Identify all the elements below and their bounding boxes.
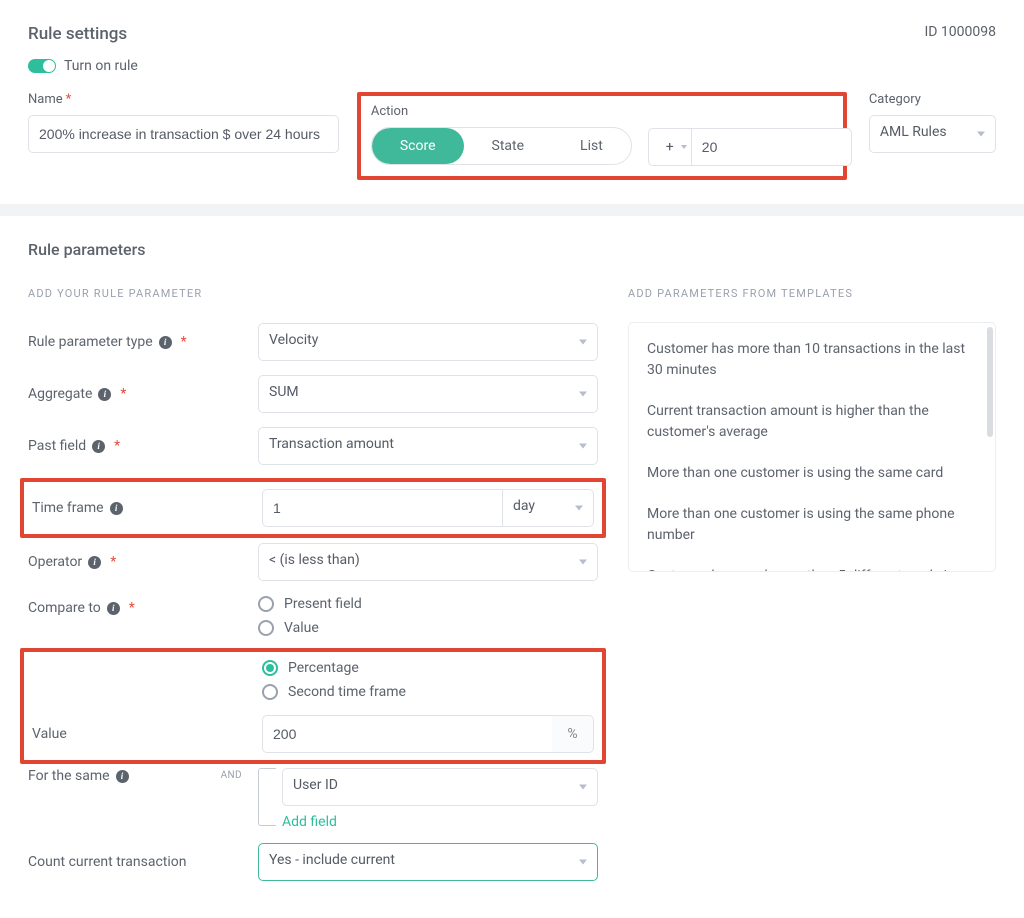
action-segmented-control: Score State List xyxy=(371,127,632,165)
action-score-tab[interactable]: Score xyxy=(372,128,464,164)
turn-on-rule-toggle[interactable] xyxy=(28,59,56,73)
value-input[interactable] xyxy=(262,715,552,753)
timeframe-highlight-box: Time framei day xyxy=(20,478,606,538)
name-input[interactable] xyxy=(28,115,339,153)
info-icon[interactable]: i xyxy=(98,388,111,401)
param-row-compare-to: Compare toi* Present field Value xyxy=(28,594,598,636)
param-row-type: Rule parameter typei* Velocity xyxy=(28,322,598,362)
value-control: % xyxy=(262,715,594,753)
header-row: Rule settings ID 1000098 xyxy=(28,24,996,44)
template-item[interactable]: Customer has more than 10 transactions i… xyxy=(629,329,995,391)
action-state-tab[interactable]: State xyxy=(464,128,553,164)
for-same-select[interactable]: User ID xyxy=(282,768,598,806)
and-badge: AND xyxy=(221,770,242,781)
value-highlight-box: Percentage Second time frame Value % xyxy=(20,648,606,764)
info-icon[interactable]: i xyxy=(107,602,120,615)
template-list[interactable]: Customer has more than 10 transactions i… xyxy=(628,322,996,572)
category-select[interactable]: AML Rules xyxy=(869,115,996,153)
aggregate-select[interactable]: SUM xyxy=(258,375,598,413)
rule-id: ID 1000098 xyxy=(924,24,996,40)
action-value-wrap: + xyxy=(648,128,852,166)
category-field-group: Category AML Rules xyxy=(869,92,996,153)
for-same-wrap: User ID Add field xyxy=(258,768,598,830)
scrollbar-thumb[interactable] xyxy=(987,327,993,437)
past-field-select[interactable]: Transaction amount xyxy=(258,427,598,465)
timeframe-control: day xyxy=(262,489,594,527)
template-item[interactable]: Customer has used more than 5 different … xyxy=(629,556,995,572)
name-label: Name* xyxy=(28,92,339,107)
info-icon[interactable]: i xyxy=(159,336,172,349)
value-label: Value xyxy=(32,726,262,742)
operator-label: Operatori* xyxy=(28,554,258,570)
param-type-label: Rule parameter typei* xyxy=(28,334,258,350)
add-field-link[interactable]: Add field xyxy=(282,814,337,830)
timeframe-unit-select[interactable]: day xyxy=(502,489,594,527)
param-row-count-current: Count current transaction Yes - include … xyxy=(28,842,598,882)
add-rule-param-subheader: ADD YOUR RULE PARAMETER xyxy=(28,287,598,300)
for-same-label: For the samei AND xyxy=(28,768,258,784)
toggle-label: Turn on rule xyxy=(64,58,138,74)
action-list-tab[interactable]: List xyxy=(552,128,631,164)
param-row-timeframe: Time framei day xyxy=(32,488,594,528)
rule-settings-title: Rule settings xyxy=(28,24,127,44)
action-field-group: Action Score State List + xyxy=(367,92,847,180)
section-divider xyxy=(0,204,1024,216)
info-icon[interactable]: i xyxy=(110,502,123,515)
param-row-aggregate: Aggregatei* SUM xyxy=(28,374,598,414)
count-current-select[interactable]: Yes - include current xyxy=(258,843,598,881)
template-item[interactable]: More than one customer is using the same… xyxy=(629,494,995,556)
rule-parameters-section: Rule parameters ADD YOUR RULE PARAMETER … xyxy=(0,216,1024,918)
param-type-select[interactable]: Velocity xyxy=(258,323,598,361)
aggregate-label: Aggregatei* xyxy=(28,386,258,402)
timeframe-label: Time framei xyxy=(32,500,262,516)
action-operator-select[interactable]: + xyxy=(648,128,692,166)
action-label: Action xyxy=(371,104,632,119)
compare-to-radio-group-2: Percentage Second time frame xyxy=(262,658,594,700)
past-field-label: Past fieldi* xyxy=(28,438,258,454)
category-label: Category xyxy=(869,92,996,107)
rule-settings-section: Rule settings ID 1000098 Turn on rule Na… xyxy=(0,0,1024,204)
radio-percentage[interactable]: Percentage xyxy=(262,660,594,676)
action-value-input[interactable] xyxy=(692,128,852,166)
bracket-icon xyxy=(258,768,276,826)
param-row-past-field: Past fieldi* Transaction amount xyxy=(28,426,598,466)
compare-to-label: Compare toi* xyxy=(28,594,258,616)
param-row-operator: Operatori* < (is less than) xyxy=(28,542,598,582)
param-row-value: Value % xyxy=(32,714,594,754)
timeframe-value-input[interactable] xyxy=(262,489,502,527)
top-form: Name* Action Score State List + xyxy=(28,92,996,180)
radio-value[interactable]: Value xyxy=(258,620,598,636)
radio-present-field[interactable]: Present field xyxy=(258,596,598,612)
info-icon[interactable]: i xyxy=(116,770,129,783)
info-icon[interactable]: i xyxy=(92,440,105,453)
toggle-row: Turn on rule xyxy=(28,58,996,74)
radio-second-timeframe[interactable]: Second time frame xyxy=(262,684,594,700)
param-row-for-same: For the samei AND User ID Add field xyxy=(28,768,598,830)
template-item[interactable]: Current transaction amount is higher tha… xyxy=(629,391,995,453)
compare-to-radio-group: Present field Value xyxy=(258,594,598,636)
template-item[interactable]: More than one customer is using the same… xyxy=(629,453,995,494)
name-field-group: Name* xyxy=(28,92,339,153)
count-current-label: Count current transaction xyxy=(28,854,258,870)
rule-parameters-title: Rule parameters xyxy=(28,240,996,259)
operator-select[interactable]: < (is less than) xyxy=(258,543,598,581)
percent-suffix: % xyxy=(552,715,594,753)
action-highlight-box: Action Score State List + xyxy=(357,92,847,180)
templates-subheader: ADD PARAMETERS FROM TEMPLATES xyxy=(628,287,996,300)
info-icon[interactable]: i xyxy=(88,556,101,569)
